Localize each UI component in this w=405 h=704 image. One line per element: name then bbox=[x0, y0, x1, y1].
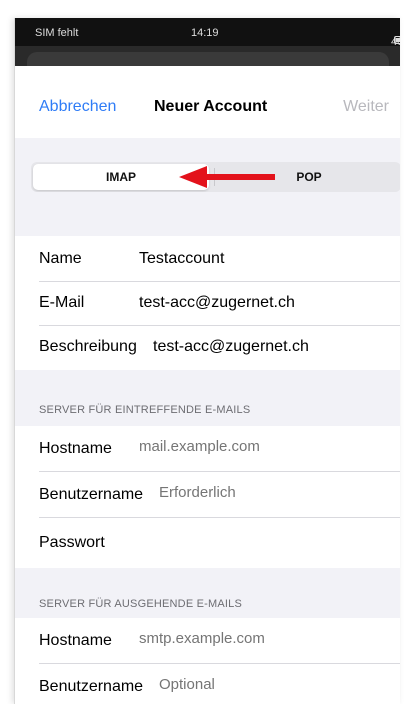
carrier-label: SIM fehlt bbox=[35, 27, 79, 39]
incoming-hostname-row[interactable]: Hostname bbox=[15, 426, 400, 472]
outgoing-server-group: Hostname Benutzername bbox=[15, 618, 400, 704]
description-label: Beschreibung bbox=[39, 338, 137, 355]
email-row[interactable]: E-Mail test-acc@zugernet.ch bbox=[15, 280, 400, 326]
description-value[interactable]: test-acc@zugernet.ch bbox=[153, 338, 309, 356]
phone-screen: SIM fehlt 14:19 40 % Abbrechen Neuer Acc… bbox=[14, 18, 400, 704]
status-bar: SIM fehlt 14:19 40 % bbox=[15, 18, 400, 60]
email-label: E-Mail bbox=[39, 294, 85, 311]
clock: 14:19 bbox=[191, 27, 219, 39]
outgoing-hostname-row[interactable]: Hostname bbox=[15, 618, 400, 664]
outgoing-username-label: Benutzername bbox=[39, 678, 144, 695]
battery-icon bbox=[394, 36, 400, 44]
outgoing-hostname-label: Hostname bbox=[39, 632, 112, 649]
sheet-edge bbox=[27, 52, 389, 66]
outgoing-username-input[interactable] bbox=[159, 676, 359, 693]
name-row[interactable]: Name Testaccount bbox=[15, 236, 400, 282]
incoming-server-header: SERVER FÜR EINTREFFENDE E-MAILS bbox=[39, 404, 251, 416]
outgoing-hostname-input[interactable] bbox=[139, 630, 339, 647]
sheet-backdrop bbox=[15, 46, 400, 66]
name-label: Name bbox=[39, 250, 82, 267]
cancel-button[interactable]: Abbrechen bbox=[39, 98, 116, 116]
screenshot-page: SIM fehlt 14:19 40 % Abbrechen Neuer Acc… bbox=[0, 0, 405, 704]
incoming-hostname-label: Hostname bbox=[39, 440, 112, 457]
nav-bar: Abbrechen Neuer Account Weiter bbox=[15, 66, 400, 138]
incoming-password-input[interactable] bbox=[139, 532, 339, 549]
incoming-username-label: Benutzername bbox=[39, 486, 144, 503]
incoming-password-row[interactable]: Passwort bbox=[15, 520, 400, 566]
name-value[interactable]: Testaccount bbox=[139, 250, 224, 268]
row-divider bbox=[39, 517, 400, 518]
email-value[interactable]: test-acc@zugernet.ch bbox=[139, 294, 295, 312]
incoming-username-row[interactable]: Benutzername bbox=[15, 472, 400, 518]
next-button[interactable]: Weiter bbox=[343, 98, 389, 116]
account-group: Name Testaccount E-Mail test-acc@zugerne… bbox=[15, 236, 400, 370]
page-title: Neuer Account bbox=[154, 98, 268, 115]
description-row[interactable]: Beschreibung test-acc@zugernet.ch bbox=[15, 324, 400, 370]
incoming-username-input[interactable] bbox=[159, 484, 359, 501]
red-arrow-annotation bbox=[179, 166, 275, 188]
incoming-server-group: Hostname Benutzername Passwort bbox=[15, 426, 400, 568]
outgoing-server-header: SERVER FÜR AUSGEHENDE E-MAILS bbox=[39, 598, 243, 610]
incoming-hostname-input[interactable] bbox=[139, 438, 339, 455]
outgoing-username-row[interactable]: Benutzername bbox=[15, 664, 400, 704]
incoming-password-label: Passwort bbox=[39, 534, 105, 551]
